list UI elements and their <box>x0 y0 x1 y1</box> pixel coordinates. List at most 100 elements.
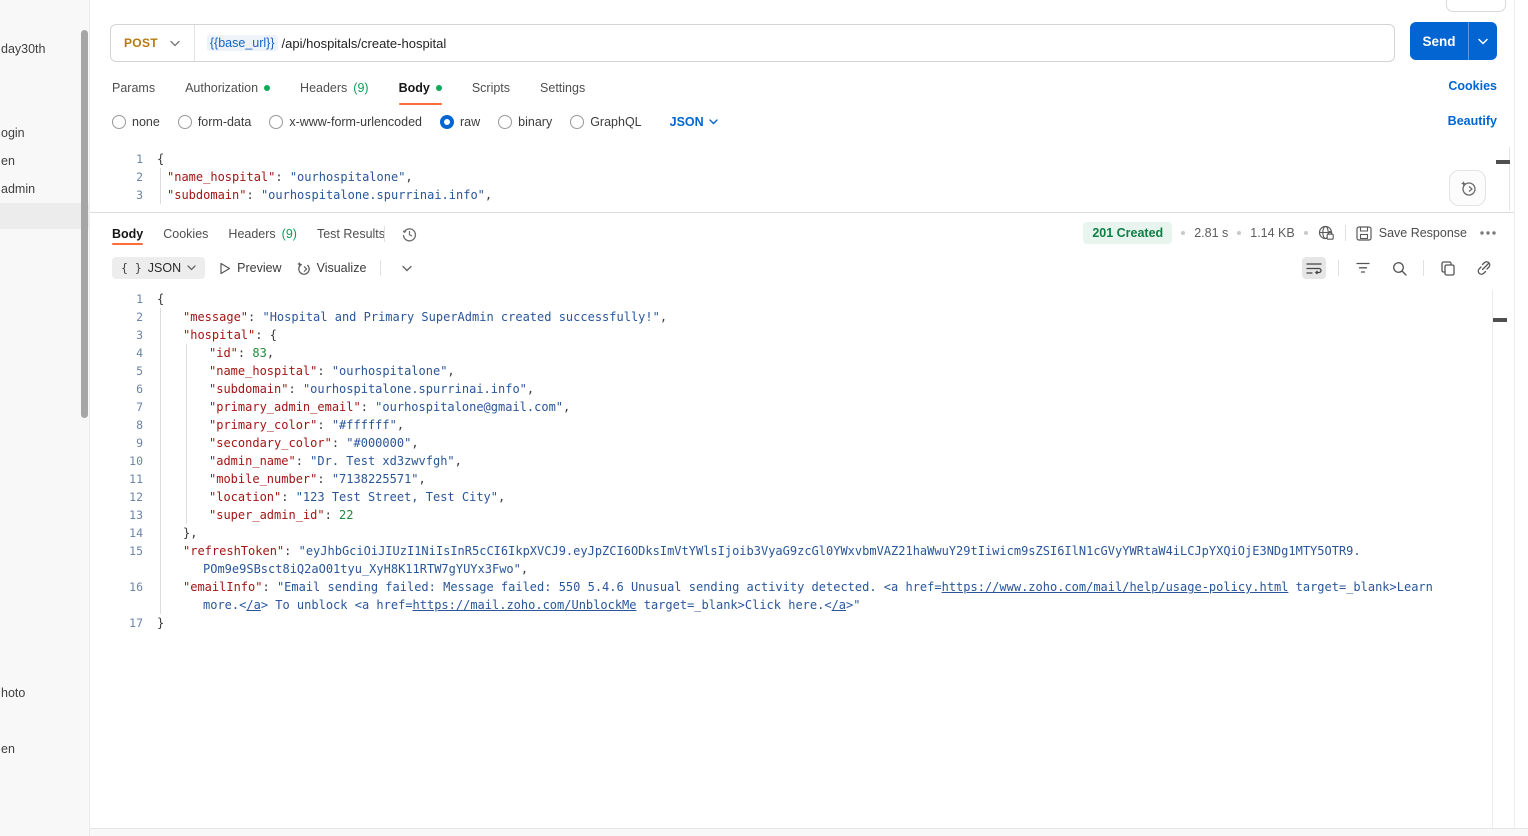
method-selector[interactable]: POST <box>111 25 194 61</box>
collections-sidebar: day30th ogin en admin hoto en <box>0 0 90 836</box>
request-url-bar: POST {{base_url}} /api/hospitals/create-… <box>110 24 1395 62</box>
tab-headers[interactable]: Headers(9) <box>300 75 369 101</box>
response-code-line: 3 "hospital": { <box>90 326 1500 344</box>
api-client-window: day30th ogin en admin hoto en POST {{base_url… <box>0 0 1528 836</box>
copy-icon[interactable] <box>1436 257 1460 279</box>
sidebar-item[interactable]: hoto <box>1 684 25 702</box>
save-response-button[interactable]: Save Response <box>1356 226 1467 241</box>
code-text: "refreshToken": "eyJhbGciOiJIUzI1NiIsInR… <box>157 542 1361 560</box>
sidebar-item[interactable] <box>0 203 90 229</box>
more-options-icon[interactable] <box>1479 230 1497 236</box>
wrap-text-icon[interactable] <box>1302 257 1326 279</box>
globe-lock-icon[interactable] <box>1317 224 1335 242</box>
tab-settings[interactable]: Settings <box>540 75 585 101</box>
response-code-line: 5"name_hospital": "ourhospitalone", <box>90 362 1500 380</box>
send-label: Send <box>1410 34 1468 49</box>
code-text: "mobile_number": "7138225571", <box>157 470 426 488</box>
raw-language-label: JSON <box>670 115 704 129</box>
link-icon[interactable] <box>1472 257 1496 279</box>
top-right-button[interactable] <box>1446 0 1506 12</box>
preview-button[interactable]: Preview <box>219 261 281 275</box>
response-code-line: 1{ <box>90 290 1500 308</box>
line-number: 16 <box>90 578 143 596</box>
response-code-line: 4"id": 83, <box>90 344 1500 362</box>
code-text: "subdomain": "ourhospitalone.spurrinai.i… <box>157 186 492 204</box>
code-text: }, <box>157 524 197 542</box>
chevron-down-icon[interactable] <box>1469 38 1497 45</box>
request-code-line[interactable]: 3"subdomain": "ourhospitalone.spurrinai.… <box>90 186 1500 204</box>
send-button[interactable]: Send <box>1410 22 1497 60</box>
tab-test-results[interactable]: Test Results <box>317 227 385 241</box>
visualize-label: Visualize <box>317 261 367 275</box>
request-editor-scrollbar-thumb[interactable] <box>1496 160 1510 164</box>
body-mode-binary[interactable]: binary <box>498 115 552 129</box>
code-text: more.</a> To unblock <a href=https://mai… <box>157 596 860 614</box>
response-scrollbar-track <box>1492 290 1493 828</box>
body-mode-raw[interactable]: raw <box>440 115 480 129</box>
line-number: 3 <box>90 326 143 344</box>
code-text: { <box>157 150 164 168</box>
tab-authorization[interactable]: Authorization <box>185 75 270 101</box>
response-code-line: 14}, <box>90 524 1500 542</box>
request-tabs: Params Authorization Headers(9) Body Scripts… <box>112 75 585 101</box>
beautify-link[interactable]: Beautify <box>1448 114 1497 128</box>
cookies-link[interactable]: Cookies <box>1448 79 1497 93</box>
request-response-divider[interactable] <box>90 212 1514 213</box>
request-code-line[interactable]: 2 "name_hospital": "ourhospitalone", <box>90 168 1500 186</box>
url-input[interactable]: {{base_url}} /api/hospitals/create-hospi… <box>195 35 446 51</box>
radio-icon <box>440 115 454 129</box>
tab-cookies[interactable]: Cookies <box>163 227 208 241</box>
sidebar-item[interactable]: en <box>1 152 15 170</box>
play-icon <box>219 262 231 275</box>
body-mode-x-www-form-urlencoded[interactable]: x-www-form-urlencoded <box>269 115 422 129</box>
sidebar-item[interactable]: ogin <box>1 124 25 142</box>
tab-scripts[interactable]: Scripts <box>472 75 510 101</box>
response-code-line: 12"location": "123 Test Street, Test Cit… <box>90 488 1500 506</box>
line-number: 4 <box>90 344 143 362</box>
line-number: 8 <box>90 416 143 434</box>
sidebar-item[interactable]: admin <box>1 180 35 198</box>
line-number: 2 <box>90 168 143 186</box>
response-scrollbar-thumb[interactable] <box>1493 318 1507 322</box>
sidebar-item[interactable]: en <box>1 740 15 758</box>
body-mode-graphql[interactable]: GraphQL <box>570 115 641 129</box>
save-response-label: Save Response <box>1379 226 1467 240</box>
request-code-line[interactable]: 1{ <box>90 150 1500 168</box>
footer-strip <box>90 828 1528 836</box>
url-variable-chip[interactable]: {{base_url}} <box>207 35 278 51</box>
green-dot-icon <box>436 85 442 91</box>
tab-body[interactable]: Body <box>399 75 442 101</box>
history-clock-icon[interactable] <box>397 223 421 245</box>
chevron-down-icon[interactable] <box>395 257 419 279</box>
sidebar-item[interactable]: day30th <box>1 40 45 58</box>
code-text: "hospital": { <box>157 326 277 344</box>
response-format-select[interactable]: { } JSON <box>112 257 205 279</box>
response-code-line: 17} <box>90 614 1500 632</box>
line-number: 13 <box>90 506 143 524</box>
right-rail <box>1514 0 1528 836</box>
search-icon[interactable] <box>1387 257 1411 279</box>
line-number: 2 <box>90 308 143 326</box>
code-text: "name_hospital": "ourhospitalone", <box>157 168 413 186</box>
response-time: 2.81 s <box>1194 226 1228 240</box>
raw-language-select[interactable]: JSON <box>670 115 718 129</box>
body-mode-form-data[interactable]: form-data <box>178 115 252 129</box>
filter-icon[interactable] <box>1351 257 1375 279</box>
sidebar-scrollbar[interactable] <box>81 30 88 418</box>
radio-icon <box>570 115 584 129</box>
response-size: 1.14 KB <box>1250 226 1294 240</box>
visualize-button[interactable]: Visualize <box>296 261 367 276</box>
body-mode-row: none form-data x-www-form-urlencoded raw bin… <box>112 112 718 132</box>
line-number: 12 <box>90 488 143 506</box>
response-code-line: 16"emailInfo": "Email sending failed: Me… <box>90 578 1500 596</box>
tab-headers[interactable]: Headers(9) <box>228 227 297 241</box>
tab-body[interactable]: Body <box>112 227 143 241</box>
sparkle-wand-icon <box>296 261 311 276</box>
tab-params[interactable]: Params <box>112 75 155 101</box>
body-mode-none[interactable]: none <box>112 115 160 129</box>
postbot-button[interactable] <box>1449 170 1486 206</box>
dot-separator <box>1304 231 1308 235</box>
response-meta: 201 Created 2.81 s 1.14 KB <box>1083 220 1497 246</box>
line-number: 10 <box>90 452 143 470</box>
preview-label: Preview <box>237 261 281 275</box>
